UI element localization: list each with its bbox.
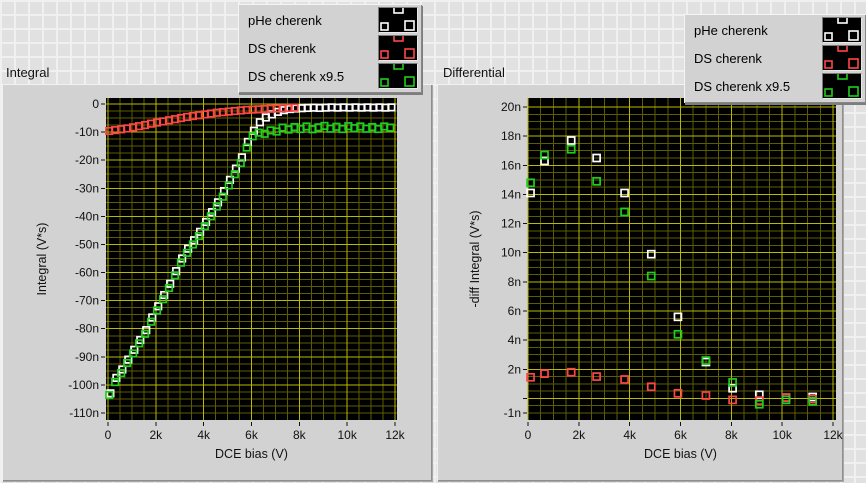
y-tick-label: -80n [75, 322, 99, 336]
y-tick-label: 2n [508, 362, 521, 376]
x-axis-label: DCE bias (V) [215, 447, 288, 461]
marker-style-preview-icon [380, 36, 415, 59]
legend-label: DS cherenk [694, 50, 762, 66]
differential-plot-title: Differential [443, 65, 505, 80]
marker-glyph [380, 78, 389, 87]
x-tick-label: 12k [823, 428, 843, 442]
marker-glyph [393, 36, 404, 42]
legend-item-phe-cherenk[interactable]: pHe cherenk [694, 17, 862, 43]
marker-glyph [848, 58, 859, 69]
x-tick-label: 10k [337, 428, 357, 442]
legend-item-ds-cherenk-x95[interactable]: DS cherenk x9.5 [248, 63, 418, 89]
marker-glyph [848, 30, 859, 41]
legend-label: pHe cherenk [248, 12, 322, 28]
legend-item-ds-cherenk[interactable]: DS cherenk [694, 45, 862, 71]
plot-style-swatch-icon[interactable] [378, 63, 418, 89]
legend-item-phe-cherenk[interactable]: pHe cherenk [248, 7, 418, 33]
legend-label: DS cherenk x9.5 [248, 68, 345, 84]
marker-style-preview-icon [380, 64, 415, 87]
marker-style-preview-icon [824, 46, 859, 69]
x-tick-label: 10k [772, 428, 792, 442]
marker-glyph [837, 74, 848, 80]
differential-graph-panel[interactable]: 20n 18n 16n 14n 12n 10n 8n 6n 4n 2n -1n 0 2k 4k 6k 8k 10… [437, 84, 843, 481]
marker-glyph [824, 88, 833, 97]
x-tick-label: 6k [674, 428, 688, 442]
y-tick-label: 6n [508, 304, 521, 318]
y-tick-label: 0 [92, 97, 99, 111]
x-tick-label: 2k [572, 428, 586, 442]
y-tick-label: 20n [501, 100, 521, 114]
x-tick-label: 6k [245, 428, 259, 442]
x-tick-label: 8k [293, 428, 307, 442]
integral-plot-title: Integral [6, 65, 50, 80]
y-tick-label: -100n [68, 378, 99, 392]
legend-label: DS cherenk [248, 40, 316, 56]
marker-glyph [380, 50, 389, 59]
differential-plot-legend: pHe cherenk DS cherenk DS cherenk x9.5 [684, 14, 866, 103]
marker-glyph [824, 60, 833, 69]
y-tick-label: -10n [75, 125, 99, 139]
y-tick-label: -70n [75, 294, 99, 308]
y-tick-label: -50n [75, 237, 99, 251]
marker-glyph [837, 18, 848, 24]
y-tick-label: -20n [75, 153, 99, 167]
marker-style-preview-icon [824, 74, 859, 97]
marker-glyph [393, 64, 404, 70]
legend-label: DS cherenk x9.5 [694, 78, 791, 94]
marker-glyph [393, 8, 404, 14]
legend-item-ds-cherenk[interactable]: DS cherenk [248, 35, 418, 61]
y-tick-label: -90n [75, 350, 99, 364]
integral-plot-legend: pHe cherenk DS cherenk DS cherenk x9.5 [238, 4, 422, 93]
marker-glyph [824, 32, 833, 41]
y-tick-label: 16n [501, 158, 521, 172]
marker-style-preview-icon [380, 8, 415, 31]
y-axis-label: Integral (V*s) [35, 223, 49, 296]
y-tick-label: -40n [75, 209, 99, 223]
y-tick-label: 14n [501, 187, 521, 201]
x-tick-label: 0 [105, 428, 112, 442]
marker-glyph [837, 46, 848, 52]
marker-glyph [380, 22, 389, 31]
plot-style-swatch-icon[interactable] [822, 17, 862, 43]
marker-glyph [404, 76, 415, 87]
y-tick-label: -60n [75, 266, 99, 280]
x-tick-label: 4k [197, 428, 211, 442]
y-axis-label: -diff Integral (V*s) [468, 210, 482, 307]
x-tick-label: 4k [623, 428, 637, 442]
plot-style-swatch-icon[interactable] [378, 35, 418, 61]
x-axis-label: DCE bias (V) [644, 447, 717, 461]
y-tick-label: 4n [508, 333, 521, 347]
x-tick-label: 2k [149, 428, 163, 442]
labview-front-panel: { "legend": { "items": [ {"label": "pHe … [0, 0, 866, 483]
marker-glyph [404, 48, 415, 59]
integral-graph-panel[interactable]: 0 -10n -20n -30n -40n -50n -60n -70n -80n -90n -10… [2, 84, 432, 481]
x-tick-label: 0 [525, 428, 532, 442]
plot-style-swatch-icon[interactable] [378, 7, 418, 33]
y-tick-label: -30n [75, 181, 99, 195]
y-tick-label: 8n [508, 275, 521, 289]
x-tick-label: 12k [385, 428, 405, 442]
legend-item-ds-cherenk-x95[interactable]: DS cherenk x9.5 [694, 73, 862, 99]
marker-glyph [848, 86, 859, 97]
y-tick-label: -110n [69, 406, 99, 420]
marker-style-preview-icon [824, 18, 859, 41]
y-tick-label: -1n [504, 406, 521, 420]
y-tick-label: 10n [501, 246, 521, 260]
integral-plot[interactable]: 0 -10n -20n -30n -40n -50n -60n -70n -80n -90n -10… [2, 84, 432, 481]
legend-label: pHe cherenk [694, 22, 768, 38]
x-tick-label: 8k [725, 428, 739, 442]
y-tick-label: 18n [501, 129, 521, 143]
plot-style-swatch-icon[interactable] [822, 45, 862, 71]
y-tick-label: 12n [501, 217, 521, 231]
marker-glyph [404, 20, 415, 31]
plot-style-swatch-icon[interactable] [822, 73, 862, 99]
differential-plot[interactable]: 20n 18n 16n 14n 12n 10n 8n 6n 4n 2n -1n 0 2k 4k 6k 8k 10… [437, 84, 843, 481]
